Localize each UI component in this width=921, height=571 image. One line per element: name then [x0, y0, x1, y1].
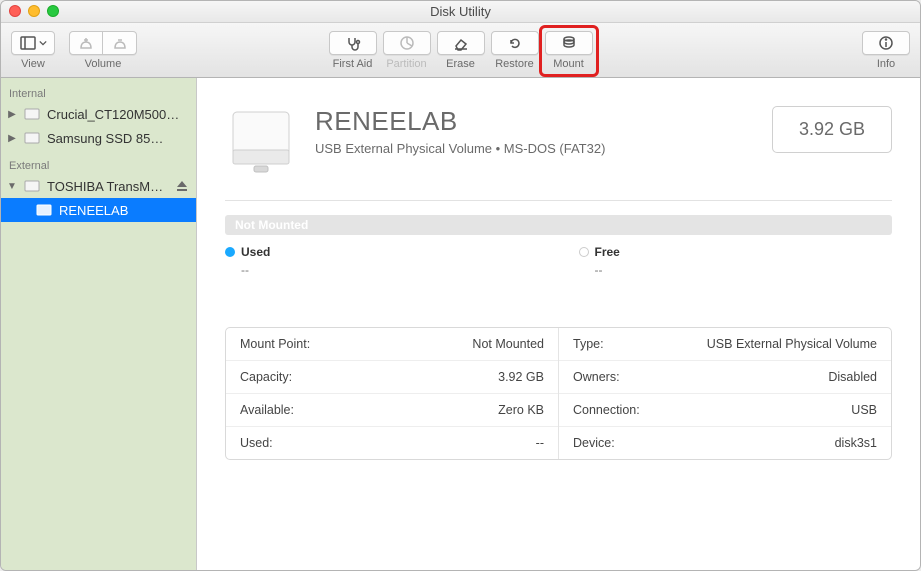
mount-label: Mount — [553, 58, 584, 70]
disk-icon — [23, 177, 41, 195]
disk-icon — [35, 201, 53, 219]
free-value: -- — [579, 263, 893, 277]
sidebar-section-internal: Internal — [1, 84, 196, 102]
eject-icon[interactable] — [176, 180, 188, 192]
disclosure-triangle-icon[interactable]: ▶ — [7, 109, 17, 120]
info-icon — [878, 35, 894, 51]
info-label: Info — [877, 58, 895, 70]
sidebar-item-samsung[interactable]: ▶ Samsung SSD 85… — [1, 126, 196, 150]
details-left: Mount Point:Not Mounted Capacity:3.92 GB… — [226, 328, 559, 459]
free-label: Free — [595, 245, 620, 259]
main-content: RENEELAB USB External Physical Volume • … — [197, 78, 920, 570]
sidebar-item-label: Crucial_CT120M500… — [47, 107, 179, 122]
free-dot-icon — [579, 247, 589, 257]
usage-row: Used -- Free -- — [225, 245, 892, 277]
used-value: -- — [225, 263, 539, 277]
volume-name: RENEELAB — [315, 106, 605, 137]
window-title: Disk Utility — [430, 4, 491, 19]
detail-row: Capacity:3.92 GB — [226, 361, 558, 394]
disk-icon — [23, 105, 41, 123]
chevron-down-icon — [39, 39, 47, 47]
restore-button[interactable] — [491, 31, 539, 55]
detail-row: Type:USB External Physical Volume — [559, 328, 891, 361]
detail-row: Device:disk3s1 — [559, 427, 891, 459]
view-group: View — [11, 31, 55, 70]
detail-row: Used:-- — [226, 427, 558, 459]
erase-group: Erase — [437, 31, 485, 70]
volume-group: Volume — [69, 31, 137, 70]
first-aid-button[interactable] — [329, 31, 377, 55]
toolbar: View Volume First Aid Partition Erase — [1, 23, 920, 78]
erase-label: Erase — [446, 58, 475, 70]
restore-group: Restore — [491, 31, 539, 70]
used-dot-icon — [225, 247, 235, 257]
first-aid-group: First Aid — [329, 31, 377, 70]
volume-header: RENEELAB USB External Physical Volume • … — [225, 106, 892, 178]
minimize-icon[interactable] — [28, 5, 40, 17]
sidebar: Internal ▶ Crucial_CT120M500… ▶ Samsung … — [1, 78, 197, 570]
toolbar-center: First Aid Partition Erase Restore Mount — [329, 31, 593, 70]
partition-button — [383, 31, 431, 55]
info-button[interactable] — [862, 31, 910, 55]
sidebar-item-label: RENEELAB — [59, 203, 128, 218]
volume-size-box: 3.92 GB — [772, 106, 892, 153]
detail-row: Mount Point:Not Mounted — [226, 328, 558, 361]
mount-group: Mount — [545, 31, 593, 70]
disk-utility-window: Disk Utility View Volume First Aid — [0, 0, 921, 571]
separator — [225, 200, 892, 201]
stethoscope-icon — [345, 35, 361, 51]
details-table: Mount Point:Not Mounted Capacity:3.92 GB… — [225, 327, 892, 460]
body: Internal ▶ Crucial_CT120M500… ▶ Samsung … — [1, 78, 920, 570]
titlebar: Disk Utility — [1, 1, 920, 23]
restore-label: Restore — [495, 58, 534, 70]
sidebar-item-crucial[interactable]: ▶ Crucial_CT120M500… — [1, 102, 196, 126]
partition-group: Partition — [383, 31, 431, 70]
mount-icon — [561, 35, 577, 51]
window-controls — [9, 5, 59, 17]
erase-icon — [453, 35, 469, 51]
mount-status-bar: Not Mounted — [225, 215, 892, 235]
disclosure-triangle-icon[interactable]: ▼ — [7, 181, 17, 192]
volume-remove-button[interactable] — [103, 31, 137, 55]
view-label: View — [21, 58, 45, 70]
detail-row: Available:Zero KB — [226, 394, 558, 427]
erase-button[interactable] — [437, 31, 485, 55]
volume-label: Volume — [85, 58, 122, 70]
volume-large-icon — [225, 106, 297, 178]
volume-remove-icon — [112, 35, 128, 51]
sidebar-section-external: External — [1, 156, 196, 174]
volume-heading-text: RENEELAB USB External Physical Volume • … — [315, 106, 605, 156]
close-icon[interactable] — [9, 5, 21, 17]
first-aid-label: First Aid — [333, 58, 373, 70]
details-right: Type:USB External Physical Volume Owners… — [559, 328, 891, 459]
volume-add-button[interactable] — [69, 31, 103, 55]
used-label: Used — [241, 245, 270, 259]
volume-add-icon — [78, 35, 94, 51]
usage-used: Used -- — [225, 245, 539, 277]
info-group: Info — [862, 31, 910, 70]
sidebar-item-reneelab[interactable]: RENEELAB — [1, 198, 196, 222]
detail-row: Owners:Disabled — [559, 361, 891, 394]
sidebar-item-label: Samsung SSD 85… — [47, 131, 163, 146]
detail-row: Connection:USB — [559, 394, 891, 427]
sidebar-item-toshiba[interactable]: ▼ TOSHIBA TransM… — [1, 174, 196, 198]
volume-subtitle: USB External Physical Volume • MS-DOS (F… — [315, 141, 605, 156]
pie-icon — [399, 35, 415, 51]
restore-icon — [507, 35, 523, 51]
sidebar-item-label: TOSHIBA TransM… — [47, 179, 163, 194]
view-button[interactable] — [11, 31, 55, 55]
mount-button[interactable] — [545, 31, 593, 55]
partition-label: Partition — [386, 58, 426, 70]
disk-icon — [23, 129, 41, 147]
disclosure-triangle-icon[interactable]: ▶ — [7, 133, 17, 144]
sidebar-layout-icon — [20, 35, 36, 51]
usage-free: Free -- — [579, 245, 893, 277]
zoom-icon[interactable] — [47, 5, 59, 17]
